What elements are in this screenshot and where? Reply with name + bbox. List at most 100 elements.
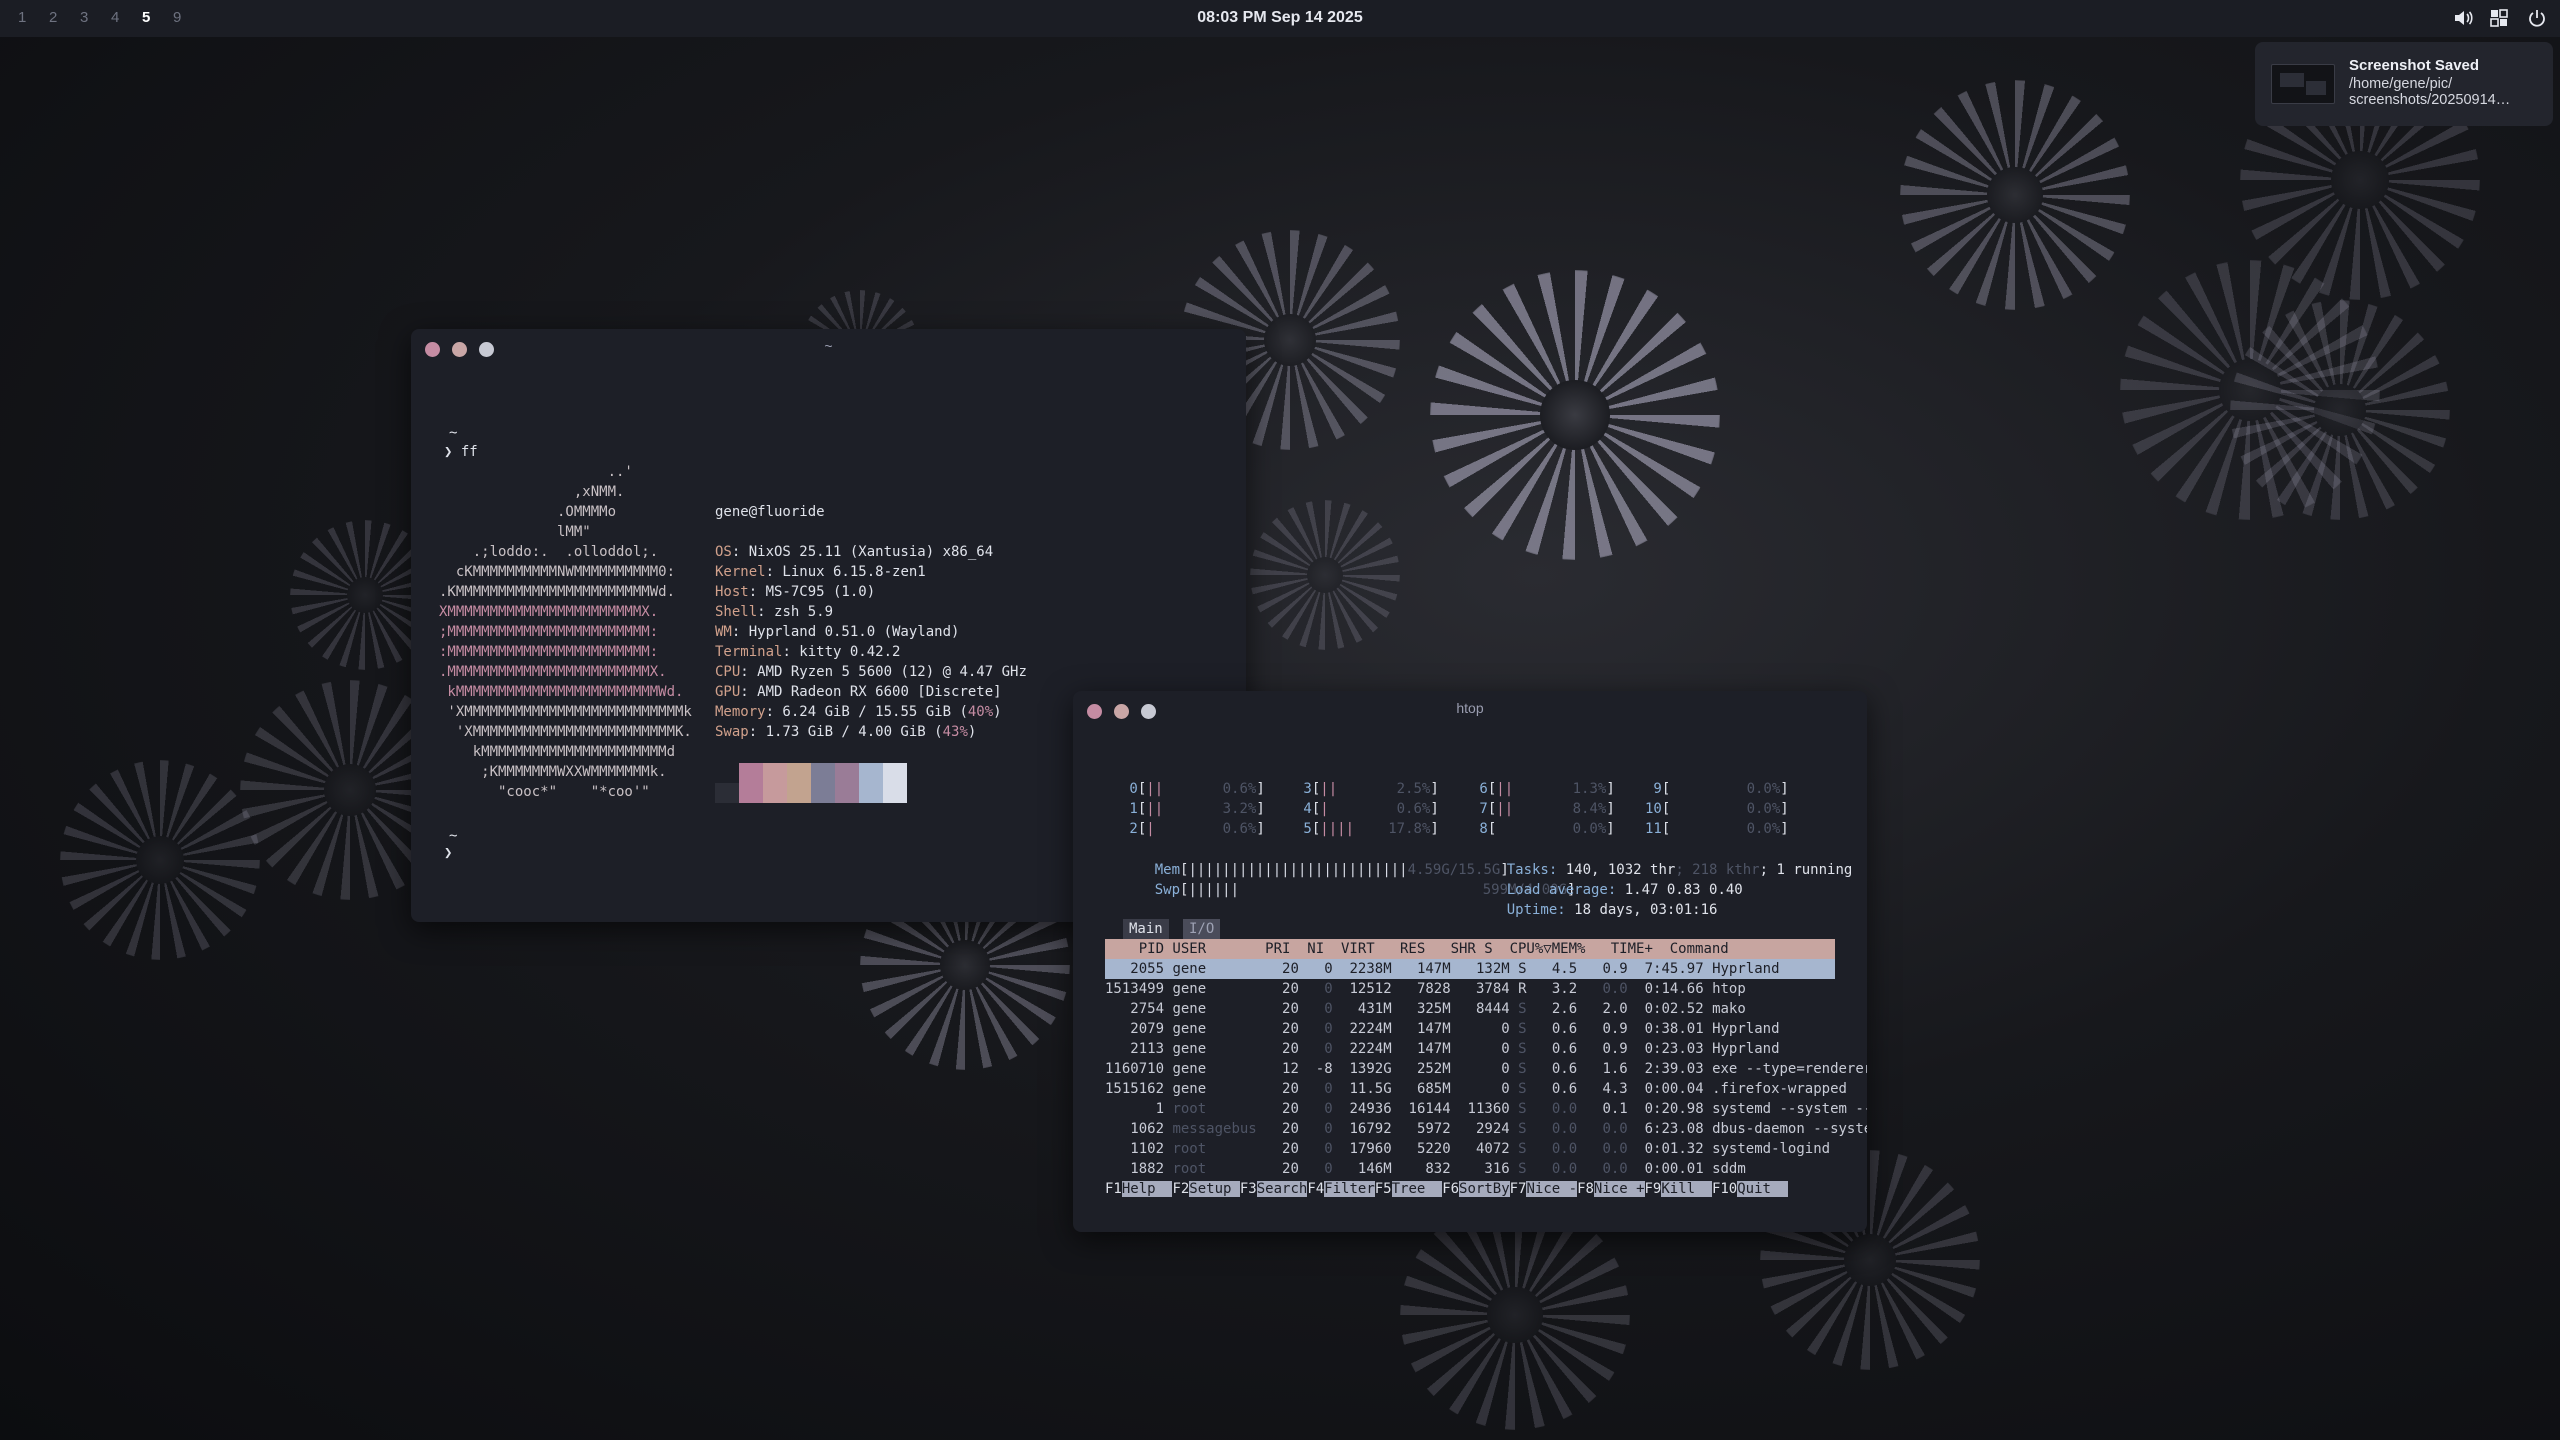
cell xyxy=(1628,981,1636,997)
cell xyxy=(1527,981,1535,997)
ascii-line: :MMMMMMMMMMMMMMMMMMMMMMMM: xyxy=(439,644,659,660)
cell: 0:14.66 xyxy=(1636,981,1704,997)
power-icon[interactable] xyxy=(2526,7,2548,29)
cell: 2.0 xyxy=(1585,1001,1628,1017)
cell: S xyxy=(1518,1141,1527,1157)
cell: 1 xyxy=(1105,1101,1165,1117)
volume-icon[interactable] xyxy=(2452,7,2474,29)
cell xyxy=(1392,1061,1400,1077)
cell: 252M xyxy=(1400,1061,1451,1077)
cell xyxy=(1257,1081,1274,1097)
cell: gene xyxy=(1172,981,1257,997)
fkey-label-f6[interactable]: SortBy xyxy=(1459,1181,1510,1197)
screenshot-notification[interactable]: Screenshot Saved /home/gene/pic/ screens… xyxy=(2255,42,2553,126)
cell: 0:23.03 xyxy=(1636,1041,1704,1057)
window-titlebar[interactable]: htop xyxy=(1073,691,1867,727)
cell xyxy=(1392,1141,1400,1157)
cell: 20 xyxy=(1273,1141,1299,1157)
table-row[interactable]: 1 root 20 0 24936 16144 11360 S 0.0 0.1 … xyxy=(1105,1099,1867,1119)
cpu-bracket-close: ] xyxy=(1606,821,1615,837)
fkey-label-f3[interactable]: Search xyxy=(1256,1181,1308,1197)
ascii-line: cKMMMMMMMMMMNWMMMMMMMMMM0: xyxy=(439,564,676,580)
cell xyxy=(1704,961,1712,977)
info-key: Host xyxy=(715,584,749,600)
cell: 1102 xyxy=(1105,1141,1165,1157)
cell xyxy=(1527,1141,1535,1157)
window-titlebar[interactable]: ~ xyxy=(411,329,1246,365)
cell: systemd --system --deser xyxy=(1712,1101,1867,1117)
cell xyxy=(1451,1121,1459,1137)
fkey-label-f9[interactable]: Kill xyxy=(1661,1181,1712,1197)
table-row[interactable]: 2113 gene 20 0 2224M 147M 0 S 0.6 0.9 0:… xyxy=(1105,1039,1835,1059)
uptime: Uptime: 18 days, 03:01:16 xyxy=(1506,902,1718,918)
table-row[interactable]: 1513499 gene 20 0 12512 7828 3784 R 3.2 … xyxy=(1105,979,1835,999)
cell: 6:23.08 xyxy=(1636,1121,1704,1137)
cell xyxy=(1392,1161,1400,1177)
cell: 0:02.52 xyxy=(1636,1001,1704,1017)
cpu-bracket-close: ] xyxy=(1780,801,1789,817)
cpu-percent: 3.2% xyxy=(1222,801,1257,817)
cpu-bracket-close: ] xyxy=(1430,821,1439,837)
cell xyxy=(1451,961,1459,977)
info-row: Kernel: Linux 6.15.8-zen1 xyxy=(715,562,1027,582)
cell xyxy=(1510,1041,1518,1057)
cell xyxy=(1257,981,1274,997)
cell: 0:00.04 xyxy=(1636,1081,1704,1097)
cell xyxy=(1577,1041,1585,1057)
cell: R xyxy=(1518,981,1527,997)
info-key: Shell xyxy=(715,604,758,620)
color-palette xyxy=(715,763,907,803)
terminal-window-htop[interactable]: htop 0 [|| 0.6%] 1 [|| 3.2%] 2 [| 0.6%] 3 [|| 2.… xyxy=(1073,691,1867,1232)
tab-main[interactable]: Main xyxy=(1123,919,1169,939)
cell: 0 xyxy=(1307,961,1333,977)
process-table-header[interactable]: PID USER PRI NI VIRT RES SHR S CPU%▽MEM%… xyxy=(1105,939,1835,959)
cpu-percent: 0.0% xyxy=(1746,821,1781,837)
table-row[interactable]: 1160710 gene 12 -8 1392G 252M 0 S 0.6 1.… xyxy=(1105,1059,1867,1079)
fkey-label-f5[interactable]: Tree xyxy=(1391,1181,1443,1197)
cell: 0.0 xyxy=(1535,1101,1578,1117)
cell: gene xyxy=(1172,1021,1257,1037)
table-row[interactable]: 1102 root 20 0 17960 5220 4072 S 0.0 0.0… xyxy=(1105,1139,1835,1159)
ascii-line: .OMMMMo xyxy=(439,504,617,520)
ascii-line: .;loddo:. .olloddol;. xyxy=(439,544,659,560)
table-row[interactable]: 1882 root 20 0 146M 832 316 S 0.0 0.0 0:… xyxy=(1105,1159,1835,1179)
info-percent: 40% xyxy=(967,704,994,720)
cpu-meter: 3[|| 2.5%] xyxy=(1295,779,1438,799)
fkey-label-f10[interactable]: Quit xyxy=(1737,1181,1788,1197)
cpu-number: 4 xyxy=(1295,801,1312,817)
cell: 20 xyxy=(1273,1001,1299,1017)
network-icon[interactable] xyxy=(2488,7,2510,29)
fkey-label-f2[interactable]: Setup xyxy=(1189,1181,1240,1197)
fkey-label-f1[interactable]: Help xyxy=(1121,1181,1173,1197)
table-row[interactable]: 2079 gene 20 0 2224M 147M 0 S 0.6 0.9 0:… xyxy=(1105,1019,1835,1039)
cell xyxy=(1451,1041,1459,1057)
cell: root xyxy=(1172,1161,1257,1177)
table-row[interactable]: 1515162 gene 20 0 11.5G 685M 0 S 0.6 4.3… xyxy=(1105,1079,1847,1099)
cell xyxy=(1333,1141,1341,1157)
table-row[interactable]: 2055 gene 20 0 2238M 147M 132M S 4.5 0.9… xyxy=(1105,959,1835,979)
table-row[interactable]: 2754 gene 20 0 431M 325M 8444 S 2.6 2.0 … xyxy=(1105,999,1835,1019)
cell: 17960 xyxy=(1341,1141,1392,1157)
fkey-label-f7[interactable]: Nice - xyxy=(1526,1181,1578,1197)
fkey-label-f8[interactable]: Nice + xyxy=(1593,1181,1645,1197)
cell xyxy=(1628,1101,1636,1117)
cell xyxy=(1704,981,1712,997)
cell xyxy=(1527,1041,1535,1057)
cell: mako xyxy=(1712,1001,1746,1017)
cell xyxy=(1527,1121,1535,1137)
palette-swatch xyxy=(883,763,907,803)
cell: 0 xyxy=(1459,1021,1510,1037)
cell xyxy=(1510,1161,1518,1177)
cell: 8444 xyxy=(1459,1001,1510,1017)
tab-io[interactable]: I/O xyxy=(1183,919,1221,939)
fkey-label-f4[interactable]: Filter xyxy=(1324,1181,1375,1197)
clock[interactable]: 08:03 PM Sep 14 2025 xyxy=(0,9,2560,27)
table-row[interactable]: 1062 messagebus 20 0 16792 5972 2924 S 0… xyxy=(1105,1119,1867,1139)
cpu-meter: 11[0.0%] xyxy=(1645,819,1789,839)
cell: 147M xyxy=(1400,1041,1451,1057)
cell: 1513499 xyxy=(1105,981,1165,997)
info-key: WM xyxy=(715,624,732,640)
palette-swatch xyxy=(859,763,883,803)
palette-swatch xyxy=(835,763,859,803)
cell: dbus-daemon --system --a xyxy=(1712,1121,1867,1137)
